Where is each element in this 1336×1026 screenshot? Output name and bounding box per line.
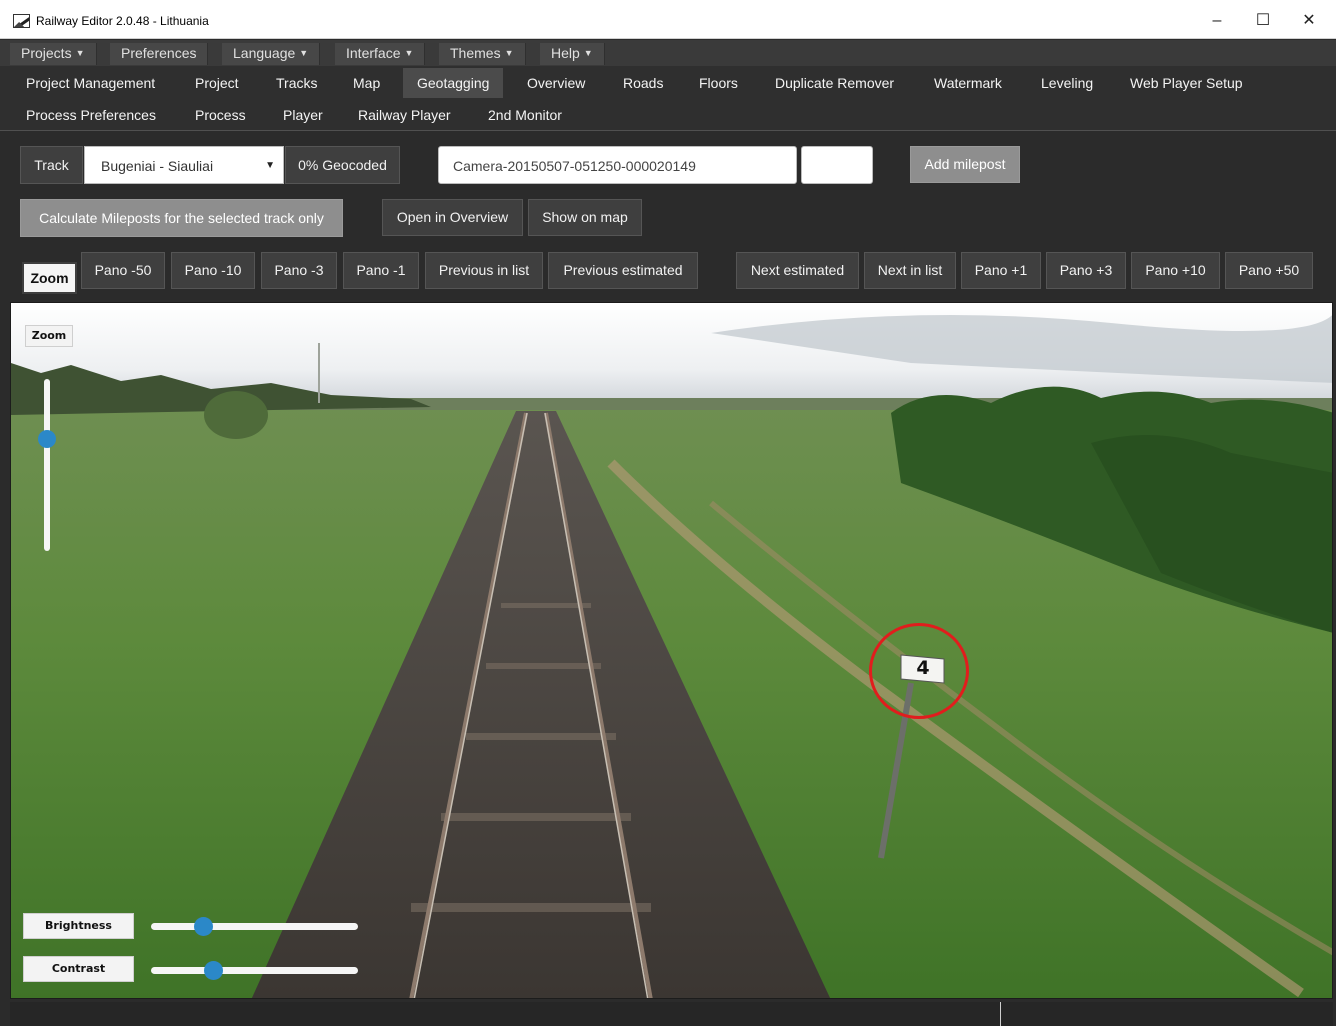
menu-projects[interactable]: Projects ▼ <box>10 43 97 65</box>
pano-minus-3-button[interactable]: Pano -3 <box>261 252 337 289</box>
menu-language[interactable]: Language ▼ <box>222 43 321 65</box>
contrast-slider[interactable] <box>151 961 358 980</box>
add-milepost-button[interactable]: Add milepost <box>910 146 1020 183</box>
menu-language-label: Language <box>233 45 296 61</box>
status-divider <box>1000 1002 1001 1026</box>
railway-app-icon <box>13 14 30 28</box>
contrast-slider-thumb[interactable] <box>204 961 224 980</box>
tab-web-player-setup[interactable]: Web Player Setup <box>1116 68 1257 98</box>
caret-down-icon: ▼ <box>504 48 514 58</box>
tab-leveling[interactable]: Leveling <box>1027 68 1107 98</box>
pano-minus-10-button[interactable]: Pano -10 <box>171 252 255 289</box>
tab-2nd-monitor[interactable]: 2nd Monitor <box>474 100 576 130</box>
menu-projects-label: Projects <box>21 45 72 61</box>
show-on-map-button[interactable]: Show on map <box>528 199 642 236</box>
pano-plus-3-button[interactable]: Pano +3 <box>1046 252 1126 289</box>
milepost-input[interactable] <box>801 146 873 184</box>
dropdown-arrow-icon: ▼ <box>265 160 275 171</box>
railway-track-photo <box>11 303 1332 998</box>
panorama-viewer[interactable]: 4 Zoom Brightness Contrast <box>10 302 1333 999</box>
geocoded-status: 0% Geocoded <box>285 146 400 184</box>
menu-bar: Projects ▼ Preferences Language ▼ Interfac… <box>0 40 1336 66</box>
previous-estimated-button[interactable]: Previous estimated <box>548 252 698 289</box>
tab-railway-player[interactable]: Railway Player <box>344 100 465 130</box>
menu-interface-label: Interface <box>346 45 401 61</box>
pano-minus-1-button[interactable]: Pano -1 <box>343 252 419 289</box>
track-select[interactable]: Bugeniai - Siauliai ▼ <box>84 146 284 184</box>
menu-help-label: Help <box>551 45 580 61</box>
tab-watermark[interactable]: Watermark <box>920 68 1016 98</box>
tab-overview[interactable]: Overview <box>513 68 599 98</box>
brightness-label: Brightness <box>23 913 134 939</box>
tab-project[interactable]: Project <box>181 68 253 98</box>
menu-themes[interactable]: Themes ▼ <box>439 43 526 65</box>
zoom-label: Zoom <box>25 325 73 347</box>
pano-plus-1-button[interactable]: Pano +1 <box>961 252 1041 289</box>
pano-plus-10-button[interactable]: Pano +10 <box>1131 252 1220 289</box>
pano-plus-50-button[interactable]: Pano +50 <box>1225 252 1313 289</box>
next-estimated-button[interactable]: Next estimated <box>736 252 859 289</box>
caret-down-icon: ▼ <box>75 48 85 58</box>
status-bar <box>10 1002 1333 1026</box>
tab-roads[interactable]: Roads <box>609 68 677 98</box>
tab-project-management[interactable]: Project Management <box>12 68 169 98</box>
calculate-mileposts-button[interactable]: Calculate Mileposts for the selected tra… <box>20 199 343 237</box>
brightness-slider[interactable] <box>151 917 358 936</box>
tab-floors[interactable]: Floors <box>685 68 752 98</box>
caret-down-icon: ▼ <box>583 48 593 58</box>
zoom-toggle-button[interactable]: Zoom <box>22 262 77 294</box>
tab-player[interactable]: Player <box>269 100 337 130</box>
caret-down-icon: ▼ <box>299 48 309 58</box>
tab-process-preferences[interactable]: Process Preferences <box>12 100 170 130</box>
window-title: Railway Editor 2.0.48 - Lithuania <box>36 14 209 28</box>
track-select-value: Bugeniai - Siauliai <box>101 158 214 174</box>
menu-interface[interactable]: Interface ▼ <box>335 43 426 65</box>
menu-themes-label: Themes <box>450 45 501 61</box>
tab-tracks[interactable]: Tracks <box>262 68 331 98</box>
menu-preferences-label: Preferences <box>121 45 197 61</box>
contrast-label: Contrast <box>23 956 134 982</box>
zoom-slider[interactable] <box>38 379 56 551</box>
tab-map[interactable]: Map <box>339 68 394 98</box>
menu-preferences[interactable]: Preferences <box>110 43 209 65</box>
pano-minus-50-button[interactable]: Pano -50 <box>81 252 165 289</box>
tab-duplicate-remover[interactable]: Duplicate Remover <box>761 68 908 98</box>
caret-down-icon: ▼ <box>404 48 414 58</box>
open-in-overview-button[interactable]: Open in Overview <box>382 199 523 236</box>
next-in-list-button[interactable]: Next in list <box>864 252 956 289</box>
menu-help[interactable]: Help ▼ <box>540 43 605 65</box>
track-label: Track <box>20 146 83 184</box>
tab-geotagging[interactable]: Geotagging <box>403 68 504 98</box>
minimize-icon[interactable]: – <box>1194 8 1240 34</box>
tab-process[interactable]: Process <box>181 100 260 130</box>
previous-in-list-button[interactable]: Previous in list <box>425 252 543 289</box>
close-icon[interactable]: ✕ <box>1286 8 1332 34</box>
maximize-icon[interactable]: ☐ <box>1240 8 1286 34</box>
module-tabs: Project Management Project Tracks Map Ge… <box>0 66 1336 131</box>
window-titlebar: Railway Editor 2.0.48 - Lithuania – ☐ ✕ <box>0 0 1336 39</box>
camera-name-field[interactable]: Camera-20150507-051250-000020149 <box>438 146 797 184</box>
brightness-slider-thumb[interactable] <box>193 917 213 936</box>
milepost-highlight-circle <box>869 623 969 719</box>
